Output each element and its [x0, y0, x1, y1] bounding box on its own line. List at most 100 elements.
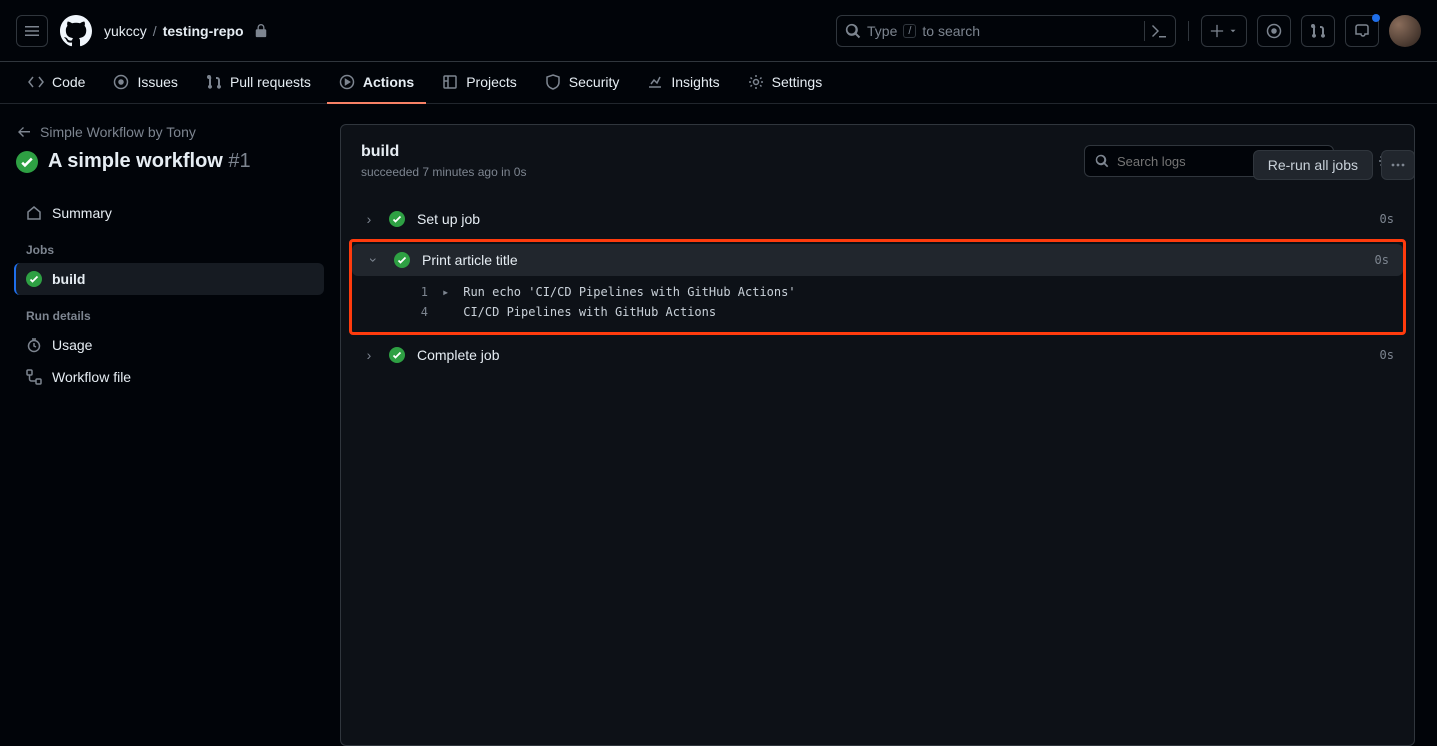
check-circle-icon	[26, 271, 42, 287]
job-status: succeeded 7 minutes ago in 0s	[361, 165, 526, 179]
sidebar-item-label: Summary	[52, 205, 112, 221]
sidebar-item-label: build	[52, 271, 85, 287]
header-actions: Type / to search	[836, 15, 1421, 47]
search-suffix: to search	[922, 23, 980, 39]
step-row[interactable]: › Complete job 0s	[347, 339, 1408, 371]
plus-icon	[1210, 24, 1224, 38]
search-key: /	[903, 24, 916, 38]
tab-security[interactable]: Security	[533, 62, 632, 104]
divider	[1188, 21, 1189, 41]
inbox-icon	[1354, 23, 1370, 39]
jobs-label: Jobs	[16, 229, 324, 263]
line-number: 4	[412, 302, 428, 322]
global-header: yukccy / testing-repo Type / to search	[0, 0, 1437, 62]
sidebar: Simple Workflow by Tony A simple workflo…	[0, 104, 340, 746]
log-panel: build succeeded 7 minutes ago in 0s ›	[340, 124, 1415, 746]
repo-nav: Code Issues Pull requests Actions Projec…	[0, 62, 1437, 104]
stopwatch-icon	[26, 337, 42, 353]
step-duration: 0s	[1380, 348, 1394, 362]
run-number: #1	[228, 150, 250, 172]
step-name: Complete job	[417, 347, 500, 363]
disclosure-icon[interactable]: ▸	[442, 282, 449, 302]
tab-label: Settings	[772, 74, 823, 90]
workflow-title-row: A simple workflow #1	[16, 150, 324, 173]
chevron-right-icon: ›	[361, 211, 377, 227]
tab-label: Actions	[363, 74, 414, 90]
github-logo-icon[interactable]	[60, 15, 92, 47]
issues-button[interactable]	[1257, 15, 1291, 47]
job-name: build	[361, 143, 526, 161]
issue-icon	[1266, 23, 1282, 39]
log-text: Run echo 'CI/CD Pipelines with GitHub Ac…	[463, 282, 795, 302]
shield-icon	[545, 74, 561, 90]
tab-actions[interactable]: Actions	[327, 62, 426, 104]
search-input[interactable]: Type / to search	[836, 15, 1176, 47]
breadcrumb-owner[interactable]: yukccy	[104, 23, 147, 39]
menu-button[interactable]	[16, 15, 48, 47]
play-icon	[339, 74, 355, 90]
step-duration: 0s	[1380, 212, 1394, 226]
project-icon	[442, 74, 458, 90]
lock-icon	[254, 24, 268, 38]
tab-label: Projects	[466, 74, 517, 90]
sidebar-summary[interactable]: Summary	[16, 197, 324, 229]
search-icon	[1095, 154, 1109, 168]
code-icon	[28, 74, 44, 90]
spacer	[442, 302, 449, 322]
tab-label: Pull requests	[230, 74, 311, 90]
tab-settings[interactable]: Settings	[736, 62, 835, 104]
highlight-annotation: › Print article title 0s 1 ▸ Run echo 'C…	[349, 239, 1406, 335]
sidebar-job-build[interactable]: build	[14, 263, 324, 295]
breadcrumb: yukccy / testing-repo	[104, 23, 268, 39]
check-circle-icon	[394, 252, 410, 268]
sidebar-item-label: Workflow file	[52, 369, 131, 385]
workflow-actions: Re-run all jobs	[1253, 150, 1415, 180]
breadcrumb-repo[interactable]: testing-repo	[163, 23, 244, 39]
graph-icon	[647, 74, 663, 90]
tab-label: Code	[52, 74, 85, 90]
more-actions-button[interactable]	[1381, 150, 1415, 180]
steps-list: › Set up job 0s › Print article title 0s	[341, 193, 1414, 411]
caret-down-icon	[1228, 26, 1238, 36]
search-icon	[845, 23, 861, 39]
tab-label: Insights	[671, 74, 719, 90]
log-output: 1 ▸ Run echo 'CI/CD Pipelines with GitHu…	[352, 276, 1403, 322]
pr-icon	[206, 74, 222, 90]
issue-icon	[113, 74, 129, 90]
step-row[interactable]: › Print article title 0s	[352, 244, 1403, 276]
workflow-icon	[26, 369, 42, 385]
pr-icon	[1310, 23, 1326, 39]
workflow-title: A simple workflow #1	[48, 150, 251, 173]
back-link-label: Simple Workflow by Tony	[40, 124, 196, 140]
avatar[interactable]	[1389, 15, 1421, 47]
line-number: 1	[412, 282, 428, 302]
log-line: 1 ▸ Run echo 'CI/CD Pipelines with GitHu…	[412, 282, 1389, 302]
sidebar-item-label: Usage	[52, 337, 92, 353]
step-row[interactable]: › Set up job 0s	[347, 203, 1408, 235]
tab-label: Security	[569, 74, 620, 90]
create-button[interactable]	[1201, 15, 1247, 47]
run-details-label: Run details	[16, 295, 324, 329]
main: Simple Workflow by Tony A simple workflo…	[0, 104, 1437, 746]
sidebar-workflow-file[interactable]: Workflow file	[16, 361, 324, 393]
kebab-icon	[1390, 157, 1406, 173]
notifications-button[interactable]	[1345, 15, 1379, 47]
home-icon	[26, 205, 42, 221]
tab-projects[interactable]: Projects	[430, 62, 529, 104]
tab-issues[interactable]: Issues	[101, 62, 189, 104]
pull-requests-button[interactable]	[1301, 15, 1335, 47]
step-name: Set up job	[417, 211, 480, 227]
command-palette-icon[interactable]	[1151, 23, 1167, 39]
back-link[interactable]: Simple Workflow by Tony	[16, 124, 324, 140]
gear-icon	[748, 74, 764, 90]
tab-pull-requests[interactable]: Pull requests	[194, 62, 323, 104]
step-name: Print article title	[422, 252, 518, 268]
sidebar-usage[interactable]: Usage	[16, 329, 324, 361]
rerun-all-button[interactable]: Re-run all jobs	[1253, 150, 1373, 180]
log-line: 4 CI/CD Pipelines with GitHub Actions	[412, 302, 1389, 322]
log-area: build succeeded 7 minutes ago in 0s ›	[340, 104, 1437, 746]
breadcrumb-separator: /	[153, 23, 157, 39]
tab-insights[interactable]: Insights	[635, 62, 731, 104]
tab-code[interactable]: Code	[16, 62, 97, 104]
check-circle-icon	[389, 211, 405, 227]
